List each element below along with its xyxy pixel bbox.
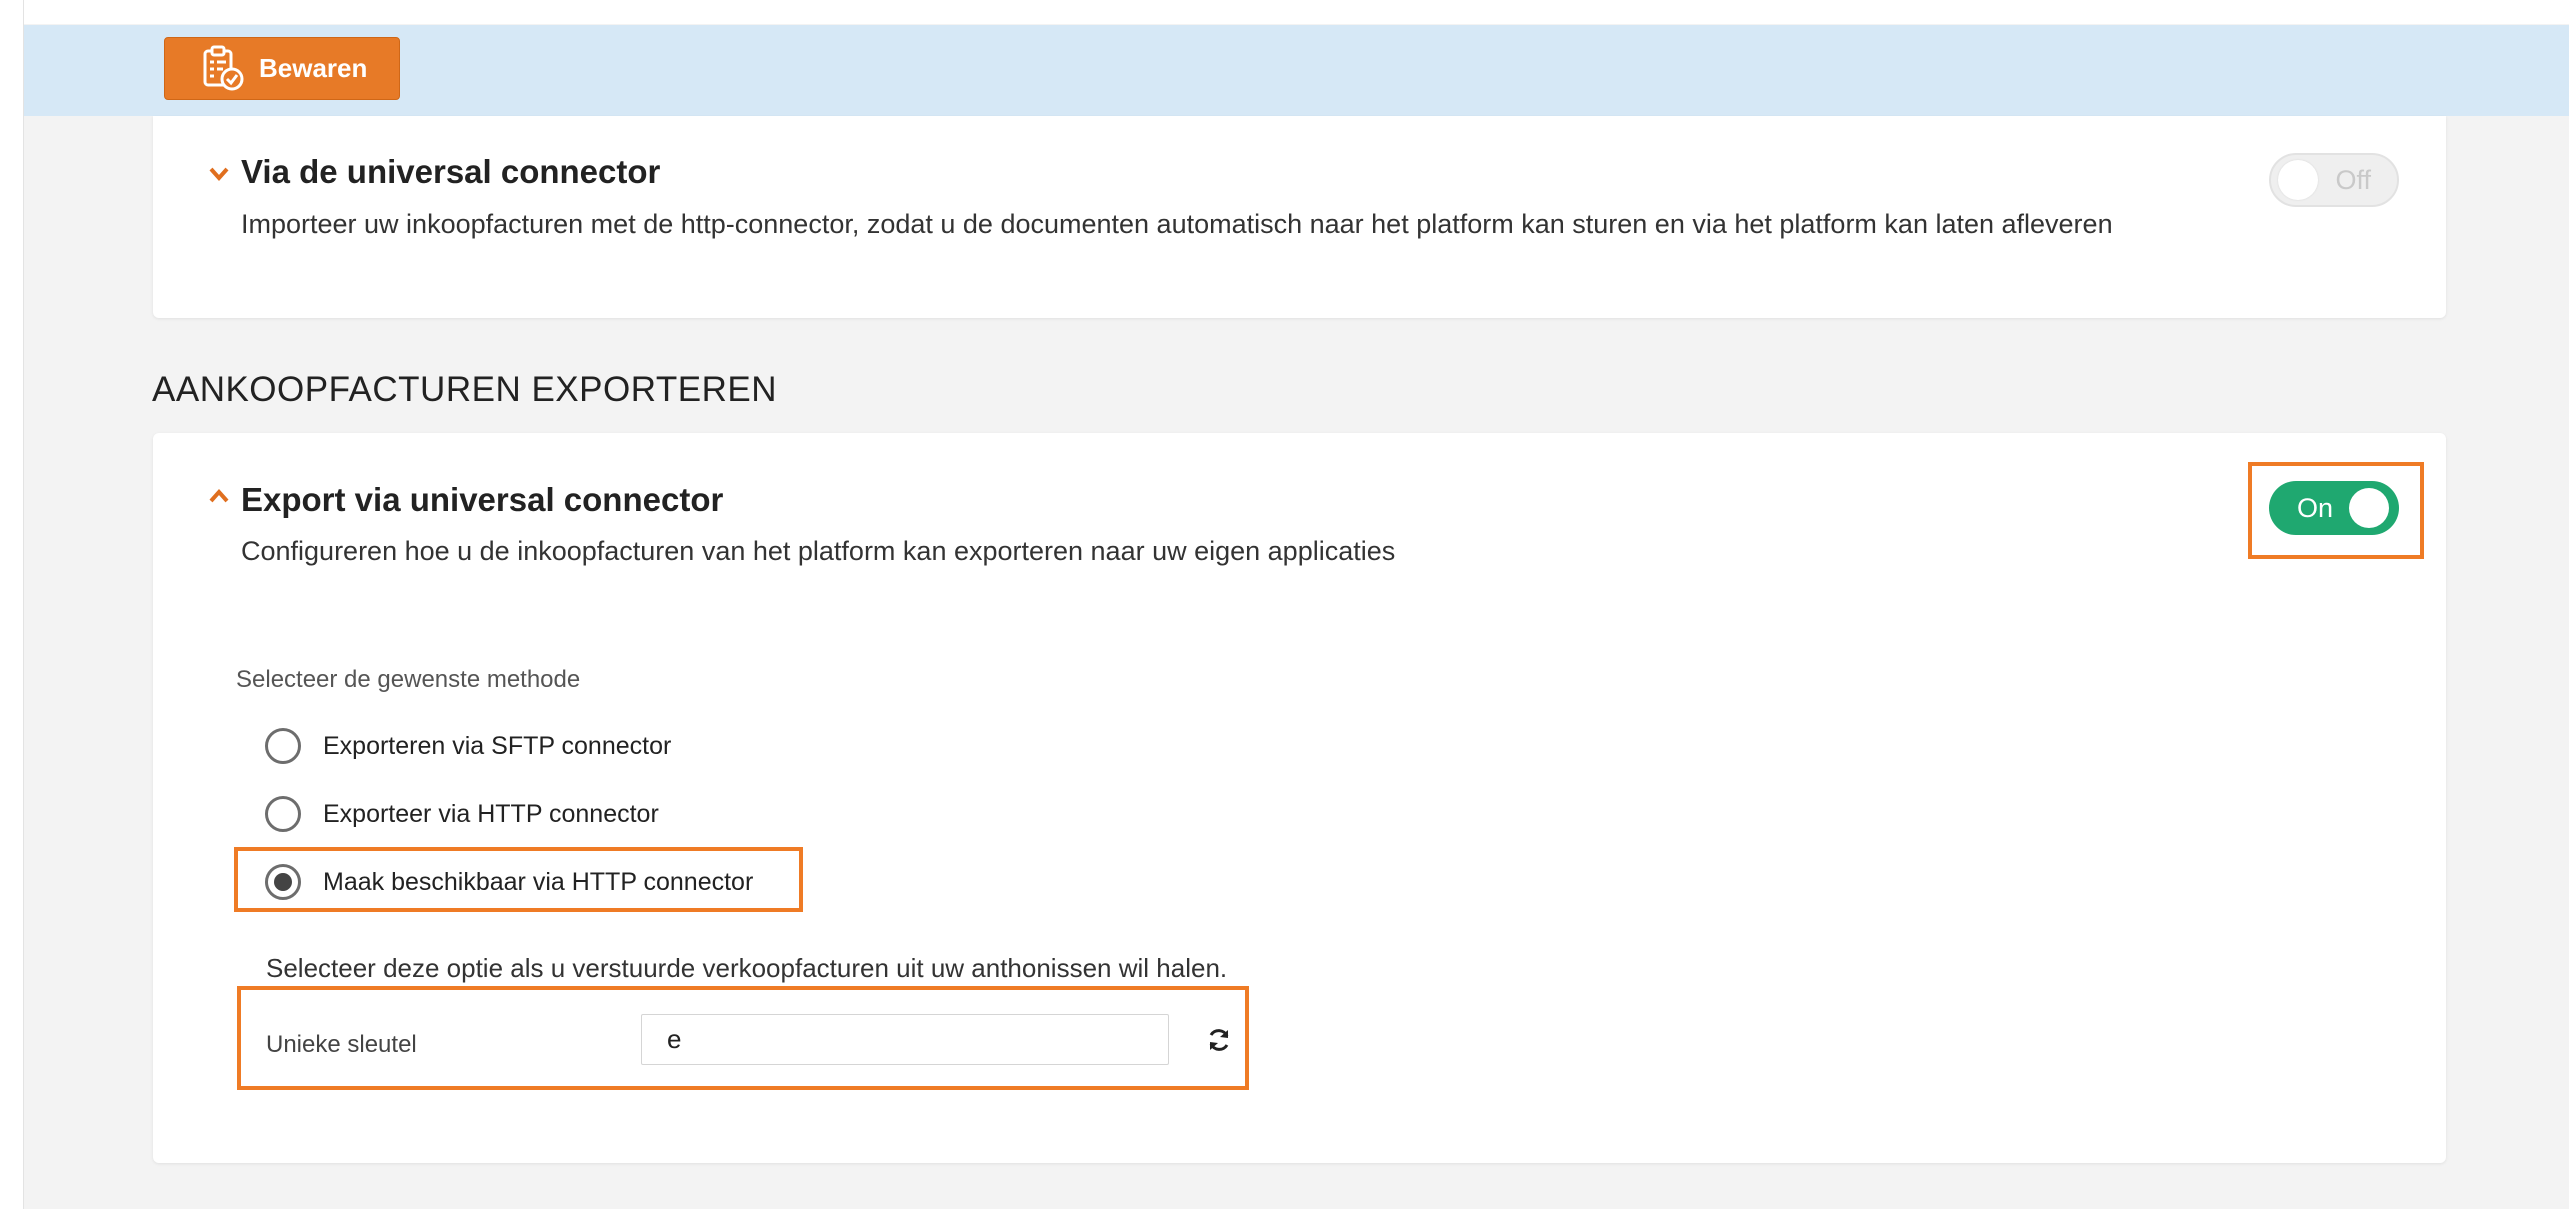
import-section-title: Via de universal connector xyxy=(241,153,661,190)
radio-option-http-available[interactable]: Maak beschikbaar via HTTP connector xyxy=(265,861,753,903)
action-bar xyxy=(24,25,2569,116)
radio-option-http-export[interactable]: Exporteer via HTTP connector xyxy=(265,793,659,835)
left-rail xyxy=(0,0,24,1209)
help-text: Selecteer deze optie als u verstuurde ve… xyxy=(266,953,1228,983)
save-button-label: Bewaren xyxy=(259,53,368,83)
clipboard-check-icon xyxy=(197,45,245,93)
radio-option-label: Maak beschikbaar via HTTP connector xyxy=(323,867,754,896)
import-toggle[interactable]: Off xyxy=(2269,153,2399,207)
radio-button-checked[interactable] xyxy=(265,864,301,900)
radio-option-label: Exporteren via SFTP connector xyxy=(323,731,672,760)
import-section-description: Importeer uw inkoopfacturen met de http-… xyxy=(241,209,2113,239)
toggle-knob xyxy=(2278,160,2318,200)
export-toggle[interactable]: On xyxy=(2269,481,2399,535)
export-section-title: Export via universal connector xyxy=(241,481,724,518)
radio-option-sftp[interactable]: Exporteren via SFTP connector xyxy=(265,725,671,767)
toggle-knob xyxy=(2349,488,2389,528)
export-toggle-label: On xyxy=(2297,493,2334,523)
radio-button[interactable] xyxy=(265,728,301,764)
import-toggle-label: Off xyxy=(2335,165,2371,195)
export-section-heading: AANKOOPFACTUREN EXPORTEREN xyxy=(152,370,777,409)
radio-option-label: Exporteer via HTTP connector xyxy=(323,799,659,828)
unique-key-label: Unieke sleutel xyxy=(266,1031,417,1058)
radio-button[interactable] xyxy=(265,796,301,832)
chevron-up-icon[interactable] xyxy=(208,486,230,508)
export-section-description: Configureren hoe u de inkoopfacturen van… xyxy=(241,536,1396,566)
unique-key-input[interactable] xyxy=(641,1014,1169,1065)
method-label: Selecteer de gewenste methode xyxy=(236,666,581,693)
refresh-icon[interactable] xyxy=(1206,1027,1232,1053)
chevron-down-icon[interactable] xyxy=(208,163,230,185)
save-button[interactable]: Bewaren xyxy=(164,37,400,100)
